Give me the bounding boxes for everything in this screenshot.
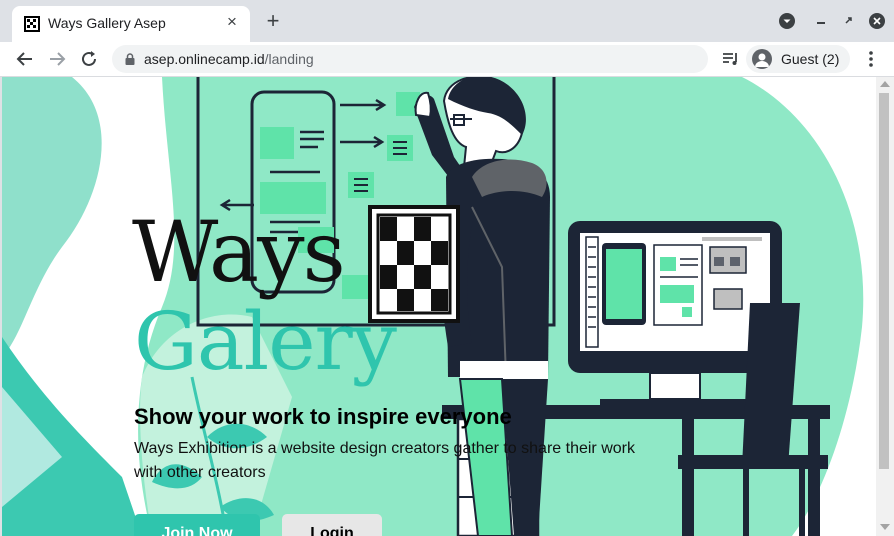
minimize-icon[interactable] bbox=[812, 12, 830, 30]
tab-title: Ways Gallery Asep bbox=[48, 15, 166, 31]
profile-label: Guest (2) bbox=[781, 51, 840, 67]
address-bar[interactable]: asep.onlinecamp.id/landing bbox=[112, 45, 708, 73]
restore-icon[interactable] bbox=[840, 12, 858, 30]
scroll-down-arrow-icon[interactable] bbox=[880, 524, 890, 530]
url-path: /landing bbox=[264, 51, 314, 67]
hero-description: Ways Exhibition is a website design crea… bbox=[134, 440, 635, 481]
url-host: asep.onlinecamp.id bbox=[144, 51, 265, 67]
guest-avatar-icon bbox=[752, 49, 772, 69]
hero-title-line1: Ways bbox=[132, 203, 346, 301]
back-icon[interactable] bbox=[14, 48, 36, 70]
active-tab[interactable]: Ways Gallery Asep × bbox=[12, 6, 250, 42]
kebab-menu-icon[interactable] bbox=[860, 48, 882, 70]
scroll-up-arrow-icon[interactable] bbox=[880, 81, 890, 87]
forward-icon[interactable] bbox=[46, 48, 68, 70]
tab-strip: Ways Gallery Asep × + bbox=[0, 0, 894, 42]
reload-icon[interactable] bbox=[78, 48, 100, 70]
scrollbar-thumb[interactable] bbox=[879, 93, 889, 469]
login-button[interactable]: Login bbox=[282, 514, 382, 536]
profile-button[interactable]: Guest (2) bbox=[746, 45, 850, 73]
join-now-button[interactable]: Join Now bbox=[134, 514, 260, 536]
vertical-scrollbar[interactable] bbox=[876, 77, 894, 536]
reading-list-icon[interactable] bbox=[720, 48, 742, 70]
window-close-icon[interactable] bbox=[868, 12, 886, 30]
page-viewport: Ways Galery Show your work to inspire ev… bbox=[2, 77, 876, 536]
favicon-icon bbox=[24, 16, 40, 32]
tab-search-icon[interactable] bbox=[778, 12, 796, 30]
hero-subtitle: Show your work to inspire everyone bbox=[134, 404, 512, 429]
hero-title-line2: Galery bbox=[134, 295, 397, 388]
lock-icon[interactable] bbox=[124, 53, 136, 65]
url-text: asep.onlinecamp.id/landing bbox=[144, 51, 314, 67]
plus-icon[interactable]: + bbox=[262, 10, 284, 32]
browser-toolbar: asep.onlinecamp.id/landing Guest (2) bbox=[0, 42, 894, 77]
close-icon[interactable]: × bbox=[222, 12, 242, 32]
